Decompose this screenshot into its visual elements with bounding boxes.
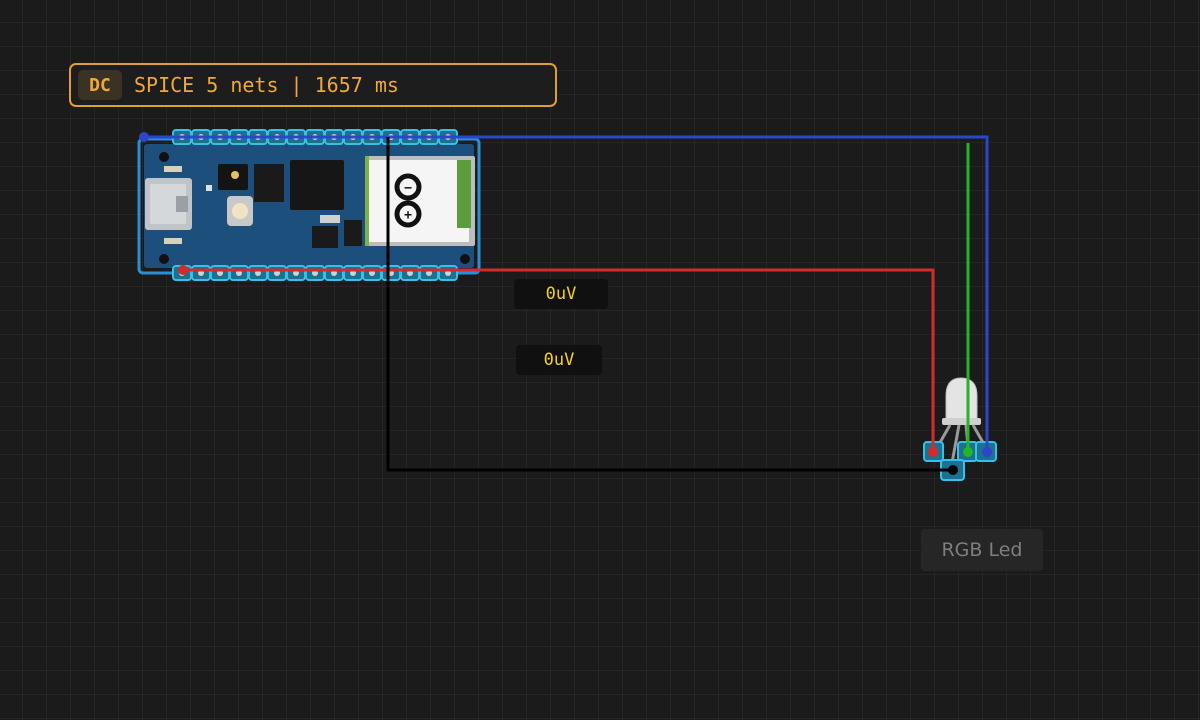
smd-component bbox=[320, 215, 340, 223]
smd-resistor bbox=[164, 238, 182, 244]
wireless-module bbox=[365, 156, 475, 246]
rgb-led-body-icon bbox=[945, 377, 978, 421]
voltage-probe-reading[interactable]: 0uV bbox=[516, 345, 602, 375]
rgb-led-rim bbox=[942, 418, 981, 425]
microcontroller-board[interactable]: − + bbox=[137, 129, 481, 281]
rgb-led-component[interactable] bbox=[923, 377, 997, 481]
smd-component bbox=[312, 226, 338, 248]
smd-component bbox=[254, 164, 284, 202]
wire-endpoint-blue[interactable] bbox=[139, 132, 149, 142]
logo-plus-sign: + bbox=[404, 208, 412, 223]
mounting-hole bbox=[460, 254, 470, 264]
wire-endpoint-green[interactable] bbox=[963, 447, 973, 457]
wire-endpoint-red[interactable] bbox=[178, 265, 188, 275]
smd-component bbox=[344, 220, 362, 246]
logo-minus-sign: − bbox=[404, 181, 412, 196]
microcontroller-chip bbox=[290, 160, 344, 210]
usb-connector-icon bbox=[145, 178, 192, 230]
reset-button-cap bbox=[232, 203, 248, 219]
rgb-led-label[interactable]: RGB Led bbox=[921, 529, 1043, 571]
wire-endpoint-blue[interactable] bbox=[982, 447, 992, 457]
mounting-hole bbox=[159, 254, 169, 264]
mounting-hole bbox=[159, 152, 169, 162]
bottom-pin-header[interactable] bbox=[172, 265, 458, 281]
wire-endpoint-black[interactable] bbox=[948, 465, 958, 475]
smd-component bbox=[206, 185, 212, 191]
smd-resistor bbox=[164, 166, 182, 172]
led-indicator bbox=[231, 171, 239, 179]
voltage-probe-reading[interactable]: 0uV bbox=[514, 279, 608, 309]
wire-endpoint-red[interactable] bbox=[928, 447, 938, 457]
